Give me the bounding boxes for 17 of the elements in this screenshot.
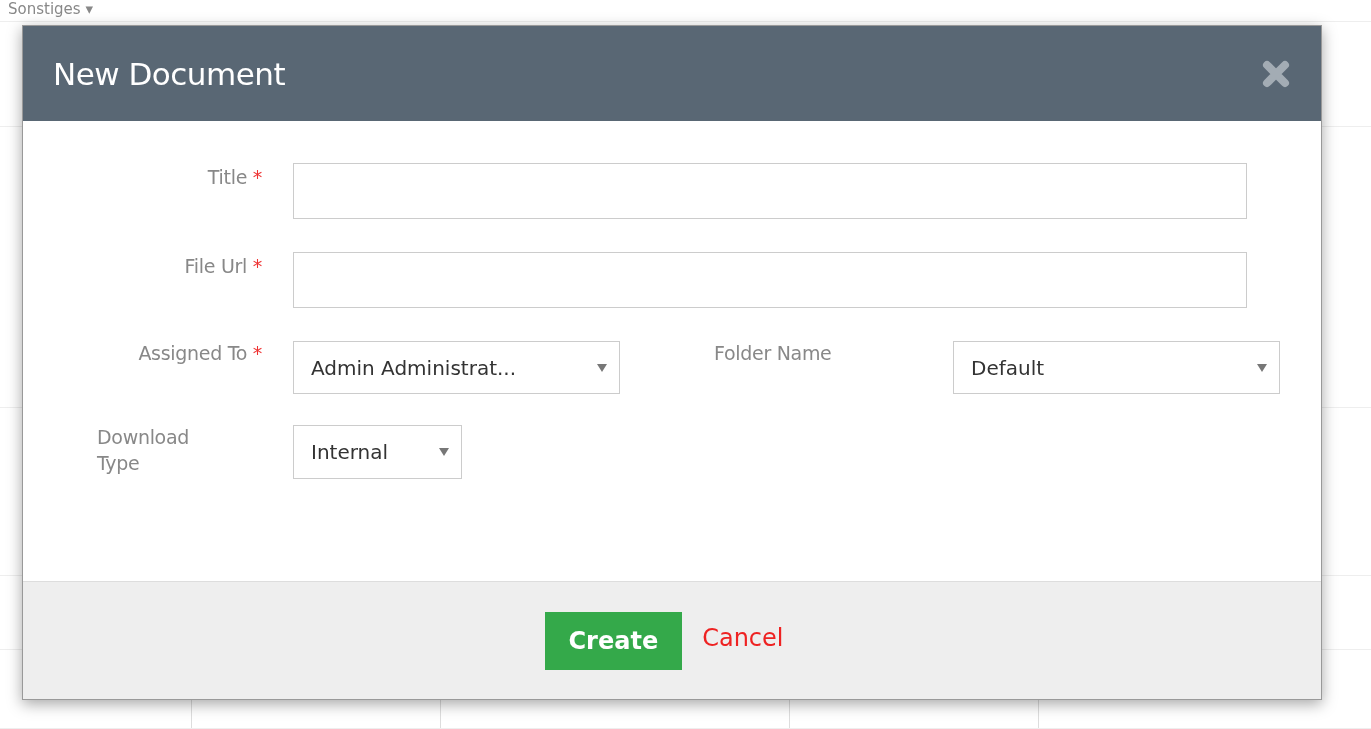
- field-label: Title *: [206, 165, 262, 190]
- cancel-link[interactable]: Cancel: [702, 623, 784, 652]
- input-field[interactable]: [293, 252, 1247, 308]
- caret-icon: [597, 363, 607, 372]
- input-field[interactable]: [293, 163, 1247, 219]
- caret-icon: [439, 448, 449, 456]
- select-field[interactable]: Internal: [293, 425, 462, 479]
- dialog-title: New Document: [53, 55, 286, 92]
- menu-label[interactable]: Sonstiges ▾: [8, 0, 93, 17]
- field-label: File Url *: [183, 254, 262, 279]
- field-label: Assigned To *: [137, 341, 262, 366]
- caret-icon: [1257, 363, 1267, 372]
- close-button[interactable]: [1261, 58, 1291, 89]
- select-field[interactable]: Default: [953, 341, 1280, 394]
- select-field[interactable]: Admin Administrat...: [293, 341, 620, 394]
- field-label: Folder Name: [714, 341, 833, 366]
- field-label: Download Type: [97, 425, 191, 476]
